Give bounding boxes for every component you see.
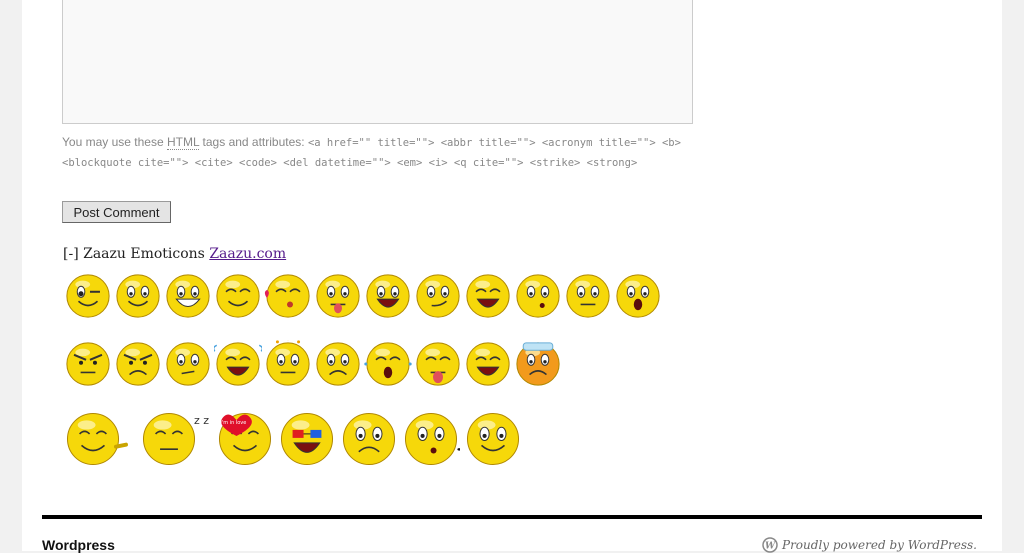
emoticon-mad-icon[interactable] — [114, 340, 162, 388]
comment-textarea[interactable] — [62, 0, 693, 124]
emoticon-whistling-icon[interactable]: ♪ — [402, 410, 460, 468]
emoticon-scared-icon[interactable] — [314, 340, 362, 388]
emoticon-3d-glasses-popcorn-icon[interactable] — [278, 410, 336, 468]
allowed-tags-note: You may use these HTML tags and attribut… — [62, 133, 712, 173]
emoticon-row-3: z z z i'm in love ♪ — [64, 410, 540, 468]
emoticon-shout-icon[interactable] — [464, 340, 512, 388]
zaazu-link[interactable]: Zaazu.com — [209, 246, 286, 262]
emoticon-dizzy-icon[interactable] — [264, 340, 312, 388]
emoticon-laugh-icon[interactable] — [464, 272, 512, 320]
powered-by-text: Proudly powered by WordPress. — [782, 538, 977, 552]
emoticon-unsure-icon[interactable] — [564, 272, 612, 320]
emoticon-thumbs-up-icon[interactable] — [464, 410, 536, 468]
footer-divider — [42, 515, 982, 519]
emoticon-sick-icon[interactable] — [514, 340, 562, 388]
emoticon-row-1 — [64, 272, 664, 320]
html-abbr: HTML — [167, 135, 199, 150]
post-comment-button[interactable]: Post Comment — [62, 201, 171, 223]
emoticon-thinking-icon[interactable] — [514, 272, 562, 320]
emoticon-in-love-icon[interactable]: i'm in love — [216, 410, 274, 468]
emoticon-closed-eyes-smile-icon[interactable] — [214, 272, 262, 320]
emoticon-tongue-out-icon[interactable] — [314, 272, 362, 320]
emoticon-big-grin-icon[interactable] — [364, 272, 412, 320]
emoticon-tearful-icon[interactable] — [364, 340, 412, 388]
emoticon-pointing-icon[interactable] — [64, 410, 136, 468]
emoticon-worried-icon[interactable] — [340, 410, 398, 468]
allowed-tags-middle: tags and attributes: — [203, 135, 305, 149]
svg-text:z z z: z z z — [194, 414, 212, 427]
emoticon-skeptical-icon[interactable] — [164, 340, 212, 388]
allowed-tags-intro: You may use these — [62, 135, 164, 149]
love-heart-text: i'm in love — [220, 420, 246, 426]
emoticons-header: [-] Zaazu Emoticons Zaazu.com — [63, 246, 286, 262]
emoticons-title: Zaazu Emoticons — [83, 246, 205, 262]
emoticon-grin-icon[interactable] — [164, 272, 212, 320]
emoticon-crying-icon[interactable] — [214, 340, 262, 388]
emoticon-raspberry-icon[interactable] — [414, 340, 462, 388]
emoticon-surprised-icon[interactable] — [614, 272, 662, 320]
svg-text:♪: ♪ — [456, 436, 460, 455]
emoticon-smile-icon[interactable] — [114, 272, 162, 320]
emoticon-row-2 — [64, 340, 564, 388]
emoticon-angry-icon[interactable] — [64, 340, 112, 388]
emoticons-toggle[interactable]: [-] — [63, 246, 79, 262]
svg-text:W: W — [765, 542, 776, 552]
emoticon-wink-icon[interactable] — [64, 272, 112, 320]
page-content: You may use these HTML tags and attribut… — [22, 0, 1002, 551]
emoticon-blow-kiss-icon[interactable] — [264, 272, 312, 320]
emoticon-smirk-icon[interactable] — [414, 272, 462, 320]
emoticon-sleeping-icon[interactable]: z z z — [140, 410, 212, 468]
